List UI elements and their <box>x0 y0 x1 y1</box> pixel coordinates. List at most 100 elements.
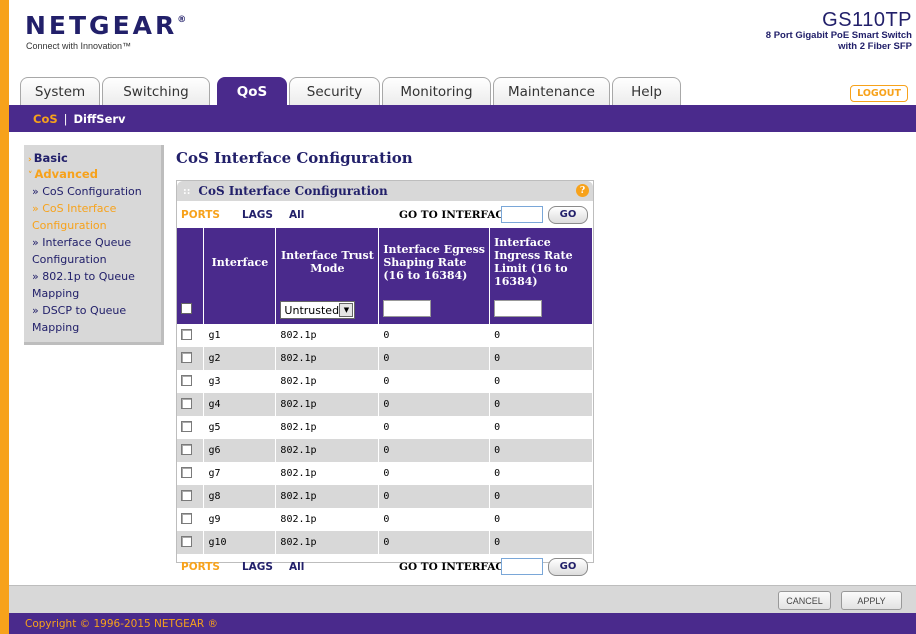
egress-rate-input[interactable] <box>383 300 432 317</box>
logout-button[interactable]: LOGOUT <box>850 85 908 102</box>
chevron-right-icon: › <box>28 155 32 165</box>
cell-ingress-limit: 0 <box>489 393 593 416</box>
cell-ingress-limit: 0 <box>489 370 593 393</box>
column-header-interface: Interface <box>203 228 277 296</box>
model-desc-line1: 8 Port Gigabit PoE Smart Switch <box>765 30 912 41</box>
sub-navigation: CoS | DiffServ <box>9 105 916 132</box>
netgear-logo: NETGEAR® <box>25 11 187 40</box>
row-checkbox[interactable] <box>181 397 192 409</box>
go-button[interactable]: GO <box>548 205 588 224</box>
filter-bar-top: PORTS LAGS All GO TO INTERFACE GO <box>177 201 593 228</box>
row-checkbox[interactable] <box>181 351 192 363</box>
cell-ingress-limit: 0 <box>489 462 593 485</box>
apply-button[interactable]: APPLY <box>841 591 902 610</box>
cell-interface: g5 <box>203 416 277 439</box>
cell-egress-rate: 0 <box>378 393 491 416</box>
tab-help[interactable]: Help <box>612 77 681 105</box>
cell-trust-mode: 802.1p <box>275 324 380 347</box>
cell-egress-rate: 0 <box>378 485 491 508</box>
row-checkbox[interactable] <box>181 535 192 547</box>
goto-interface-input[interactable] <box>501 206 543 223</box>
action-bar: CANCEL APPLY <box>9 585 916 613</box>
go-button[interactable]: GO <box>548 557 588 576</box>
dropdown-arrow-icon: ▼ <box>339 303 354 317</box>
tab-qos[interactable]: QoS <box>217 77 287 105</box>
edit-trust-mode-cell: Untrusted ▼ <box>275 296 380 324</box>
row-select-cell <box>177 531 205 554</box>
subnav-separator: | <box>63 111 68 126</box>
table-row: g7 802.1p 0 0 <box>177 462 593 485</box>
nav-advanced[interactable]: ˅ Advanced <box>28 167 161 183</box>
cell-interface: g7 <box>203 462 277 485</box>
select-all-cell <box>177 296 205 324</box>
cell-trust-mode: 802.1p <box>275 485 380 508</box>
filter-bar-bottom: PORTS LAGS All GO TO INTERFACE GO <box>177 554 593 579</box>
cell-egress-rate: 0 <box>378 462 491 485</box>
cell-trust-mode: 802.1p <box>275 462 380 485</box>
nav-item-cos-interface-configuration[interactable]: » CoS Interface Configuration <box>28 200 162 234</box>
nav-item-8021p-to-queue-mapping[interactable]: » 802.1p to Queue Mapping <box>28 268 162 302</box>
column-header-egress-rate: Interface Egress Shaping Rate (16 to 163… <box>378 228 491 296</box>
cell-ingress-limit: 0 <box>489 531 593 554</box>
cell-ingress-limit: 0 <box>489 416 593 439</box>
row-select-cell <box>177 393 205 416</box>
edit-row: Untrusted ▼ <box>177 296 593 324</box>
goto-interface-label: GO TO INTERFACE <box>399 208 512 221</box>
row-select-cell <box>177 485 205 508</box>
row-checkbox[interactable] <box>181 489 192 501</box>
cell-egress-rate: 0 <box>378 347 491 370</box>
model-desc-line2: with 2 Fiber SFP <box>838 41 912 52</box>
cell-interface: g2 <box>203 347 277 370</box>
cell-ingress-limit: 0 <box>489 508 593 531</box>
table-row: g9 802.1p 0 0 <box>177 508 593 531</box>
filter-ports-link[interactable]: PORTS <box>181 209 220 221</box>
tab-monitoring[interactable]: Monitoring <box>382 77 491 105</box>
row-checkbox[interactable] <box>181 328 192 340</box>
row-select-cell <box>177 416 205 439</box>
filter-lags-link[interactable]: LAGS <box>242 209 273 221</box>
table-row: g4 802.1p 0 0 <box>177 393 593 416</box>
row-select-cell <box>177 370 205 393</box>
cell-ingress-limit: 0 <box>489 347 593 370</box>
nav-item-cos-configuration[interactable]: » CoS Configuration <box>28 183 162 200</box>
row-checkbox[interactable] <box>181 466 192 478</box>
help-icon[interactable]: ? <box>576 184 589 197</box>
select-all-checkbox[interactable] <box>181 303 192 314</box>
tab-system[interactable]: System <box>20 77 100 105</box>
trust-mode-select[interactable]: Untrusted ▼ <box>280 301 356 319</box>
row-checkbox[interactable] <box>181 443 192 455</box>
cell-trust-mode: 802.1p <box>275 416 380 439</box>
row-select-cell <box>177 508 205 531</box>
filter-lags-link[interactable]: LAGS <box>242 561 273 573</box>
main-tabs: System Switching QoS Security Monitoring… <box>9 75 916 105</box>
ingress-limit-input[interactable] <box>494 300 543 317</box>
cancel-button[interactable]: CANCEL <box>778 591 831 610</box>
goto-interface-input[interactable] <box>501 558 543 575</box>
cell-trust-mode: 802.1p <box>275 508 380 531</box>
filter-all-link[interactable]: All <box>289 561 304 573</box>
model-name: GS110TP <box>822 9 912 31</box>
filter-ports-link[interactable]: PORTS <box>181 561 220 573</box>
tab-maintenance[interactable]: Maintenance <box>493 77 610 105</box>
left-accent-strip <box>0 0 9 634</box>
tab-security[interactable]: Security <box>289 77 380 105</box>
nav-basic[interactable]: › Basic <box>28 151 161 167</box>
table-row: g1 802.1p 0 0 <box>177 324 593 347</box>
subnav-cos[interactable]: CoS <box>33 112 58 126</box>
row-checkbox[interactable] <box>181 512 192 524</box>
cell-ingress-limit: 0 <box>489 324 593 347</box>
cell-interface: g3 <box>203 370 277 393</box>
table-row: g10 802.1p 0 0 <box>177 531 593 554</box>
cell-interface: g6 <box>203 439 277 462</box>
nav-item-interface-queue-configuration[interactable]: » Interface Queue Configuration <box>28 234 162 268</box>
row-checkbox[interactable] <box>181 420 192 432</box>
cell-interface: g10 <box>203 531 277 554</box>
filter-all-link[interactable]: All <box>289 209 304 221</box>
row-checkbox[interactable] <box>181 374 192 386</box>
subnav-diffserv[interactable]: DiffServ <box>74 112 126 126</box>
tab-switching[interactable]: Switching <box>102 77 210 105</box>
nav-item-dscp-to-queue-mapping[interactable]: » DSCP to Queue Mapping <box>28 302 162 336</box>
left-navigation: › Basic ˅ Advanced » CoS Configuration » C… <box>24 145 164 345</box>
table-row: g5 802.1p 0 0 <box>177 416 593 439</box>
cell-trust-mode: 802.1p <box>275 347 380 370</box>
